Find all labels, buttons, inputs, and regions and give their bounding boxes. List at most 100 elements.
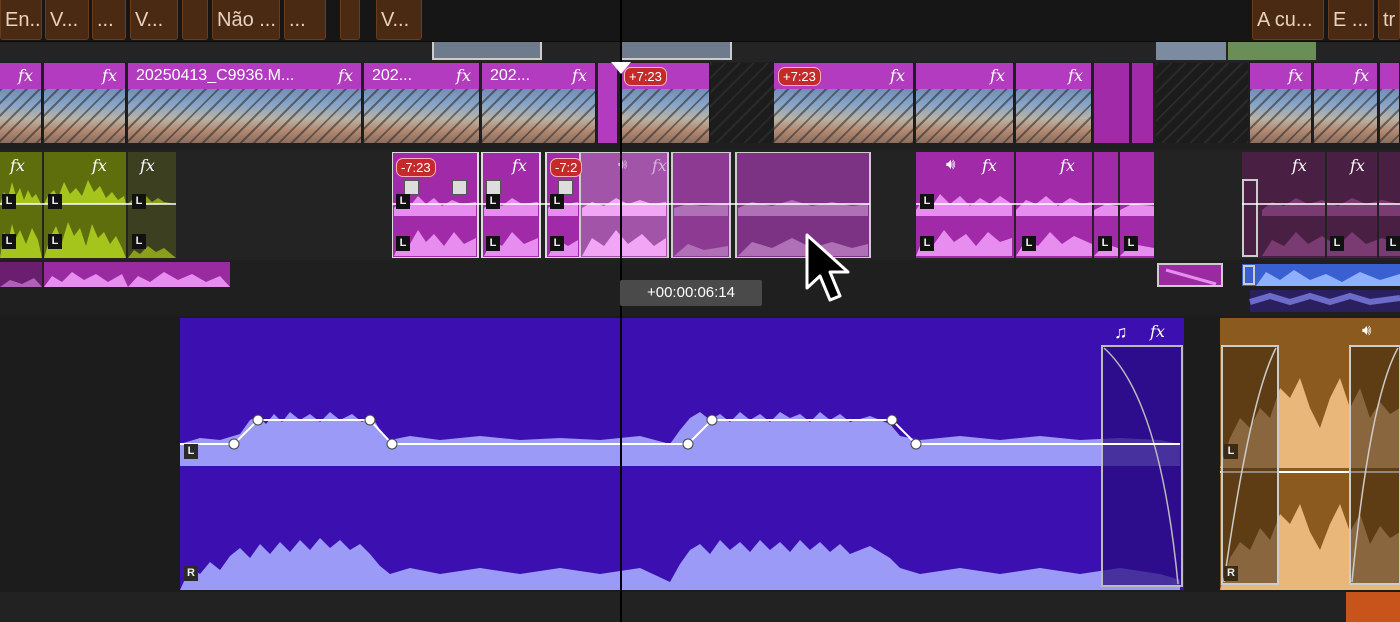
fx-icon[interactable]: fx xyxy=(982,156,997,175)
orange-audio-clip[interactable] xyxy=(1220,318,1400,590)
dark-audio-clips[interactable] xyxy=(1242,152,1400,258)
magenta-audio-clips-selected[interactable] xyxy=(392,152,874,258)
bottom-track-lane xyxy=(0,592,1400,622)
fade-handle-icon[interactable] xyxy=(558,180,573,195)
bottom-clip[interactable] xyxy=(1346,592,1400,622)
fx-icon[interactable]: fx xyxy=(1292,156,1307,175)
channel-label: L xyxy=(2,234,16,249)
channel-label: L xyxy=(48,234,62,249)
video-clip[interactable]: fx xyxy=(1250,63,1312,143)
marker-lane xyxy=(0,0,1400,42)
video-clip[interactable] xyxy=(1380,63,1400,143)
marker[interactable]: E ... xyxy=(1328,0,1374,40)
fx-icon[interactable]: fx xyxy=(1068,63,1083,89)
speed-badge: -7:23 xyxy=(396,158,436,177)
clip-thumbnail xyxy=(620,89,709,143)
channel-label: L xyxy=(396,194,410,209)
fx-icon[interactable]: fx xyxy=(1288,63,1303,89)
playhead[interactable] xyxy=(620,0,622,622)
video-clip[interactable] xyxy=(1132,63,1154,143)
marker[interactable]: ... xyxy=(284,0,326,40)
channel-label: L xyxy=(550,194,564,209)
video-clip[interactable]: 20250413_C9936.M... fx xyxy=(128,63,362,143)
marker[interactable]: V... xyxy=(45,0,89,40)
speed-badge: +7:23 xyxy=(778,67,821,86)
channel-label: L xyxy=(1224,444,1238,459)
clip-thumbnail xyxy=(364,89,479,143)
clip-header: fx xyxy=(1314,63,1377,89)
channel-label: L xyxy=(132,194,146,209)
mouse-cursor-icon xyxy=(805,233,850,302)
fx-icon[interactable]: fx xyxy=(990,63,1005,89)
fade-handle-icon[interactable] xyxy=(452,180,467,195)
clip-header: 202... fx xyxy=(364,63,479,89)
speaker-icon[interactable]: 🔊︎ xyxy=(946,156,955,173)
fx-icon[interactable]: fx xyxy=(456,63,471,89)
fx-icon[interactable]: fx xyxy=(890,63,905,89)
clip-name: 202... xyxy=(372,67,413,84)
clip-thumbnail xyxy=(482,89,595,143)
clip-thumbnail xyxy=(1250,89,1311,143)
channel-label: L xyxy=(1386,236,1400,251)
fade-handle-icon[interactable] xyxy=(486,180,501,195)
video-clip[interactable]: fx xyxy=(916,63,1014,143)
video-clip[interactable]: 202... fx xyxy=(482,63,596,143)
channel-label: L xyxy=(486,194,500,209)
video-clip[interactable] xyxy=(1094,63,1130,143)
channel-label: L xyxy=(396,236,410,251)
clip-name: 20250413_C9936.M... xyxy=(136,67,295,84)
fx-icon[interactable]: fx xyxy=(1150,322,1165,341)
fx-icon[interactable]: fx xyxy=(1350,156,1365,175)
clip-name: 202... xyxy=(490,67,531,84)
video-clip[interactable]: fx xyxy=(1016,63,1092,143)
marker[interactable] xyxy=(340,0,360,40)
video-clip[interactable]: fx xyxy=(0,63,42,143)
clip-header: fx xyxy=(1016,63,1091,89)
fx-icon[interactable]: fx xyxy=(140,156,155,175)
marker[interactable]: ... xyxy=(92,0,126,40)
clip-header: fx xyxy=(916,63,1013,89)
channel-label: L xyxy=(2,194,16,209)
fx-icon[interactable]: fx xyxy=(572,63,587,89)
video-clip[interactable]: +7:23 xyxy=(620,63,710,143)
upper-clip[interactable] xyxy=(1156,42,1226,60)
clip-header: 202... fx xyxy=(482,63,595,89)
speed-badge: -7:2 xyxy=(550,158,583,177)
marker[interactable]: tr xyxy=(1378,0,1400,40)
fx-icon[interactable]: fx xyxy=(652,156,667,175)
fx-icon[interactable]: fx xyxy=(1060,156,1075,175)
video-clip[interactable]: fx xyxy=(1314,63,1378,143)
clip-thumbnail xyxy=(0,89,41,143)
video-clip[interactable]: 202... fx xyxy=(364,63,480,143)
fx-icon[interactable]: fx xyxy=(512,156,527,175)
upper-clip[interactable] xyxy=(620,42,732,60)
marker[interactable] xyxy=(182,0,208,40)
playhead-handle[interactable] xyxy=(611,62,631,76)
marker[interactable]: V... xyxy=(376,0,422,40)
marker[interactable]: En... xyxy=(0,0,42,40)
channel-label: L xyxy=(184,444,198,459)
fx-icon[interactable]: fx xyxy=(1354,63,1369,89)
speaker-icon[interactable]: 🔊︎ xyxy=(1362,322,1371,339)
marker[interactable]: Não ... xyxy=(212,0,280,40)
marker[interactable]: V... xyxy=(130,0,178,40)
fx-icon[interactable]: fx xyxy=(338,63,353,89)
fx-icon[interactable]: fx xyxy=(102,63,117,89)
track-gap xyxy=(710,63,774,143)
music-clip[interactable] xyxy=(180,318,1184,590)
video-clip[interactable]: fx +7:23 xyxy=(774,63,914,143)
marker[interactable]: A cu... xyxy=(1252,0,1324,40)
fx-icon[interactable]: fx xyxy=(92,156,107,175)
fade-handle-icon[interactable] xyxy=(404,180,419,195)
upper-clip[interactable] xyxy=(432,42,542,60)
channel-label: L xyxy=(486,236,500,251)
clip-thumbnail xyxy=(774,89,913,143)
upper-clip[interactable] xyxy=(1228,42,1316,60)
clip-header xyxy=(1380,63,1399,89)
clip-header: fx xyxy=(0,63,41,89)
timecode-tooltip: +00:00:06:14 xyxy=(620,280,762,306)
clip-header: fx xyxy=(44,63,125,89)
fx-icon[interactable]: fx xyxy=(18,63,33,89)
video-clip[interactable]: fx xyxy=(44,63,126,143)
fx-icon[interactable]: fx xyxy=(10,156,25,175)
